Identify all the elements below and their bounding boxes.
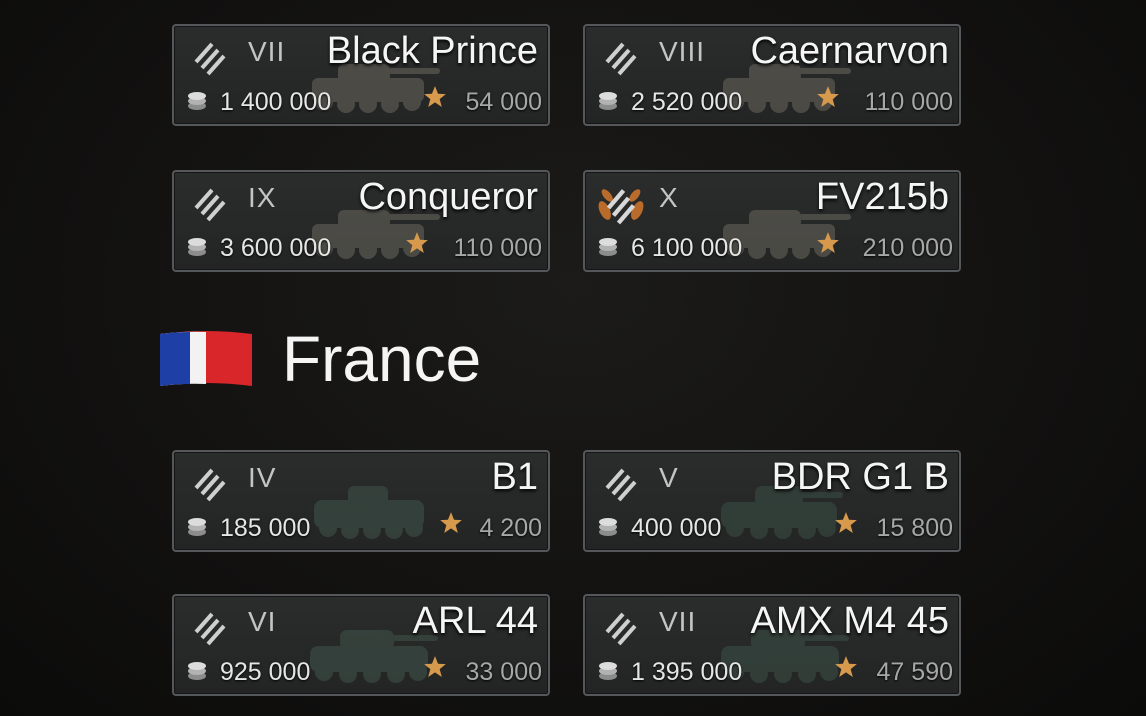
xp-star-icon: [424, 86, 446, 107]
experience-value: 210 000: [862, 234, 953, 262]
vehicle-card-fv215b[interactable]: X FV215b 6 100 000 210 000: [583, 170, 961, 272]
tier-label: V: [659, 462, 679, 493]
xp-star-icon: [817, 86, 839, 107]
france-flag-icon: [160, 331, 252, 386]
experience-value: 33 000: [465, 658, 542, 686]
vehicle-name: BDR G1 B: [771, 456, 949, 498]
rank-chevrons-icon: [194, 42, 226, 76]
price-value: 185 000: [220, 514, 311, 542]
credits-coin-icon: [188, 238, 206, 256]
credits-coin-icon: [188, 92, 206, 110]
experience-value: 4 200: [479, 514, 542, 542]
vehicle-card-arl-44[interactable]: VI ARL 44 925 000 33 000: [172, 594, 550, 696]
price-value: 3 600 000: [220, 234, 332, 262]
xp-star-icon: [424, 656, 446, 677]
experience-value: 15 800: [876, 514, 953, 542]
credits-coin-icon: [188, 662, 206, 680]
xp-star-icon: [440, 512, 462, 533]
price-value: 925 000: [220, 658, 311, 686]
experience-value: 54 000: [465, 88, 542, 116]
xp-star-icon: [817, 232, 839, 253]
vehicle-card-caernarvon[interactable]: VIII Caernarvon 2 520 000 110 000: [583, 24, 961, 126]
tier-label: VIII: [659, 36, 706, 67]
rank-chevrons-icon: [605, 468, 637, 502]
vehicle-name: B1: [491, 456, 538, 498]
credits-coin-icon: [599, 518, 617, 536]
vehicle-card-bdr-g1-b[interactable]: V BDR G1 B 400 000 15 800: [583, 450, 961, 552]
credits-coin-icon: [599, 238, 617, 256]
tank-silhouette-image: [314, 486, 424, 539]
xp-star-icon: [406, 232, 428, 253]
experience-value: 110 000: [453, 234, 542, 262]
vehicle-name: Conqueror: [358, 176, 538, 218]
vehicle-name: FV215b: [815, 176, 949, 218]
tier-label: IX: [248, 182, 277, 213]
vehicle-card-black-prince[interactable]: VII Black Prince 1 400 000 54 000: [172, 24, 550, 126]
elite-rank-laurel-icon: [598, 189, 644, 225]
rank-chevrons-icon: [194, 612, 226, 646]
credits-coin-icon: [188, 518, 206, 536]
credits-coin-icon: [599, 662, 617, 680]
vehicle-card-amx-m4-45[interactable]: VII AMX M4 45 1 395 000 47 590: [583, 594, 961, 696]
tier-label: X: [659, 182, 679, 213]
experience-value: 47 590: [876, 658, 953, 686]
rank-chevrons-icon: [605, 42, 637, 76]
xp-star-icon: [835, 512, 857, 533]
vehicle-name: Black Prince: [326, 30, 538, 72]
tier-label: IV: [248, 462, 277, 493]
section-title: France: [282, 323, 482, 395]
rank-chevrons-icon: [605, 612, 637, 646]
price-value: 6 100 000: [631, 234, 743, 262]
vehicle-name: AMX M4 45: [750, 600, 949, 642]
vehicle-name: Caernarvon: [750, 30, 949, 72]
price-value: 1 400 000: [220, 88, 332, 116]
tier-label: VII: [248, 36, 286, 67]
rank-chevrons-icon: [194, 188, 226, 222]
vehicle-card-b1[interactable]: IV B1 185 000 4 200: [172, 450, 550, 552]
experience-value: 110 000: [864, 88, 953, 116]
credits-coin-icon: [599, 92, 617, 110]
vehicle-card-conqueror[interactable]: IX Conqueror 3 600 000 110 000: [172, 170, 550, 272]
rank-chevrons-icon: [194, 468, 226, 502]
tier-label: VI: [248, 606, 277, 637]
price-value: 1 395 000: [631, 658, 743, 686]
xp-star-icon: [835, 656, 857, 677]
vehicle-name: ARL 44: [412, 600, 538, 642]
tier-label: VII: [659, 606, 697, 637]
price-value: 2 520 000: [631, 88, 743, 116]
price-value: 400 000: [631, 514, 722, 542]
